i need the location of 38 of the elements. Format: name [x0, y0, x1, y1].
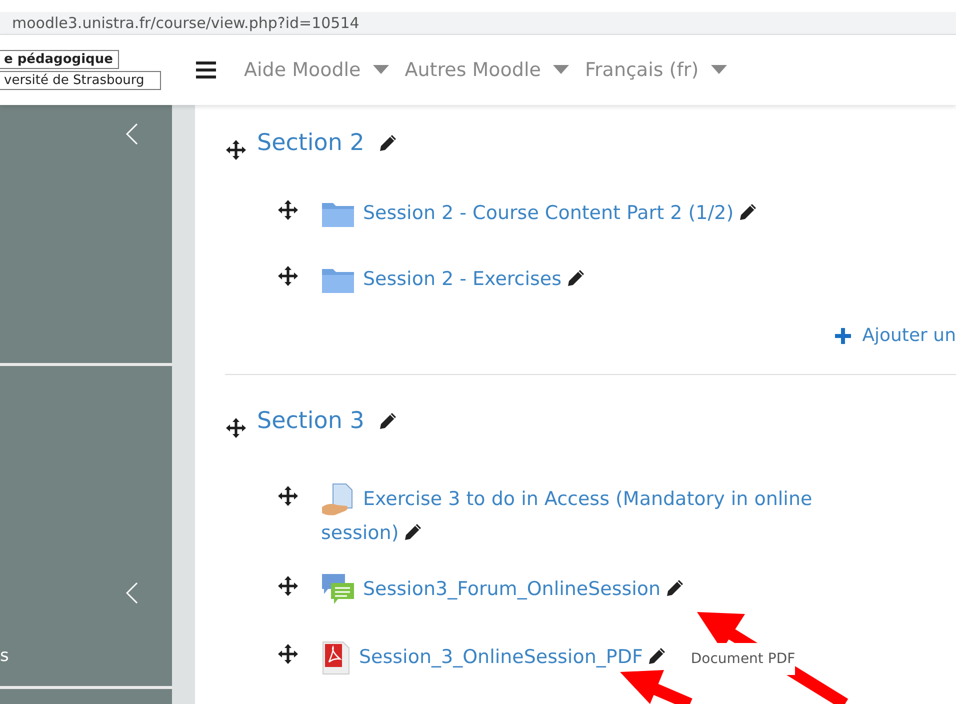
- menu-dropdown[interactable]: Français (fr): [584, 59, 727, 81]
- move-icon[interactable]: [277, 199, 299, 221]
- menu-dropdown[interactable]: Autres Moodle: [404, 59, 569, 81]
- move-icon[interactable]: [277, 485, 299, 507]
- move-icon[interactable]: [225, 139, 247, 161]
- section-title[interactable]: Section 2: [257, 130, 364, 156]
- pencil-icon[interactable]: [646, 646, 667, 666]
- pencil-icon[interactable]: [738, 202, 758, 222]
- logo-text: e pédagogique: [0, 50, 119, 69]
- pencil-icon[interactable]: [566, 268, 586, 288]
- plus-icon[interactable]: [834, 326, 852, 344]
- menu-icon[interactable]: [196, 61, 216, 79]
- menu-dropdown[interactable]: Aide Moodle: [244, 59, 389, 81]
- pencil-icon[interactable]: [402, 522, 423, 542]
- pencil-icon[interactable]: [378, 133, 398, 153]
- activity-link[interactable]: Session 2 - Course Content Part 2 (1/2): [321, 197, 758, 229]
- pencil-icon[interactable]: [664, 578, 685, 598]
- collapse-icon[interactable]: [126, 582, 138, 604]
- move-icon[interactable]: [277, 575, 299, 597]
- pdf-file-icon: [321, 641, 351, 675]
- pencil-icon[interactable]: [378, 411, 398, 431]
- move-icon[interactable]: [277, 643, 299, 665]
- logo-text: versité de Strasbourg: [0, 71, 161, 90]
- move-icon[interactable]: [225, 417, 247, 439]
- caret-icon: [372, 65, 389, 75]
- activity-link[interactable]: Session3_Forum_OnlineSession: [321, 573, 685, 607]
- add-link[interactable]: Ajouter un: [862, 325, 956, 346]
- sidebar-text: s: [0, 646, 9, 666]
- activity-link[interactable]: Session 2 - Exercises: [321, 263, 586, 295]
- section-title[interactable]: Section 3: [257, 408, 364, 434]
- caret-icon: [710, 65, 727, 75]
- document-hand-icon: [321, 483, 355, 517]
- address-bar[interactable]: moodle3.unistra.fr/course/view.php?id=10514: [0, 12, 956, 34]
- move-icon[interactable]: [277, 265, 299, 287]
- activity-link[interactable]: Exercise 3 to do in Access (Mandatory in online session): [321, 483, 841, 549]
- collapse-icon[interactable]: [126, 123, 138, 145]
- activity-type: Document PDF: [690, 643, 796, 676]
- caret-icon: [552, 65, 569, 75]
